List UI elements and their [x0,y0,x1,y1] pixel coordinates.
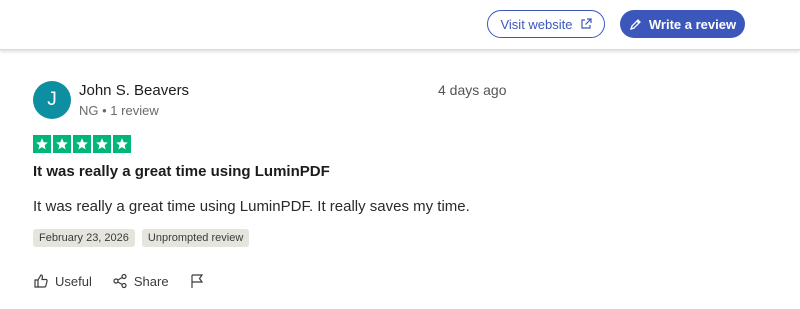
pencil-icon [629,18,642,31]
star-icon [73,135,91,153]
star-rating [33,135,131,153]
visit-website-label: Visit website [500,16,573,32]
share-button[interactable]: Share [112,273,169,289]
star-icon [53,135,71,153]
review-actions: Useful Share [33,273,225,289]
star-icon [113,135,131,153]
share-label: Share [133,273,169,289]
star-icon [93,135,111,153]
review-body: It was really a great time using LuminPD… [33,198,470,215]
star-icon [33,135,51,153]
write-review-button[interactable]: Write a review [620,10,745,38]
write-review-label: Write a review [648,16,737,32]
reviewer-name[interactable]: John S. Beavers [79,82,189,99]
flag-icon [189,273,205,289]
review-title[interactable]: It was really a great time using LuminPD… [33,163,330,180]
date-of-experience-tag: February 23, 2026 [33,229,135,247]
thumbs-up-icon [33,273,49,289]
useful-button[interactable]: Useful [33,273,92,289]
reviewer-meta: NG • 1 review [79,103,159,118]
top-bar: Visit website Write a review [0,0,800,50]
external-link-icon [580,18,592,30]
reviewer-review-count: 1 review [110,103,159,118]
report-button[interactable] [189,273,205,289]
avatar[interactable]: J [33,81,71,119]
review-type-tag[interactable]: Unprompted review [141,229,250,247]
reviewer-country: NG [79,103,99,118]
review-tags: February 23, 2026 Unprompted review [33,229,250,247]
useful-label: Useful [55,273,92,289]
review-posted-ago: 4 days ago [438,82,507,98]
share-icon [112,273,128,289]
visit-website-button[interactable]: Visit website [487,10,605,38]
